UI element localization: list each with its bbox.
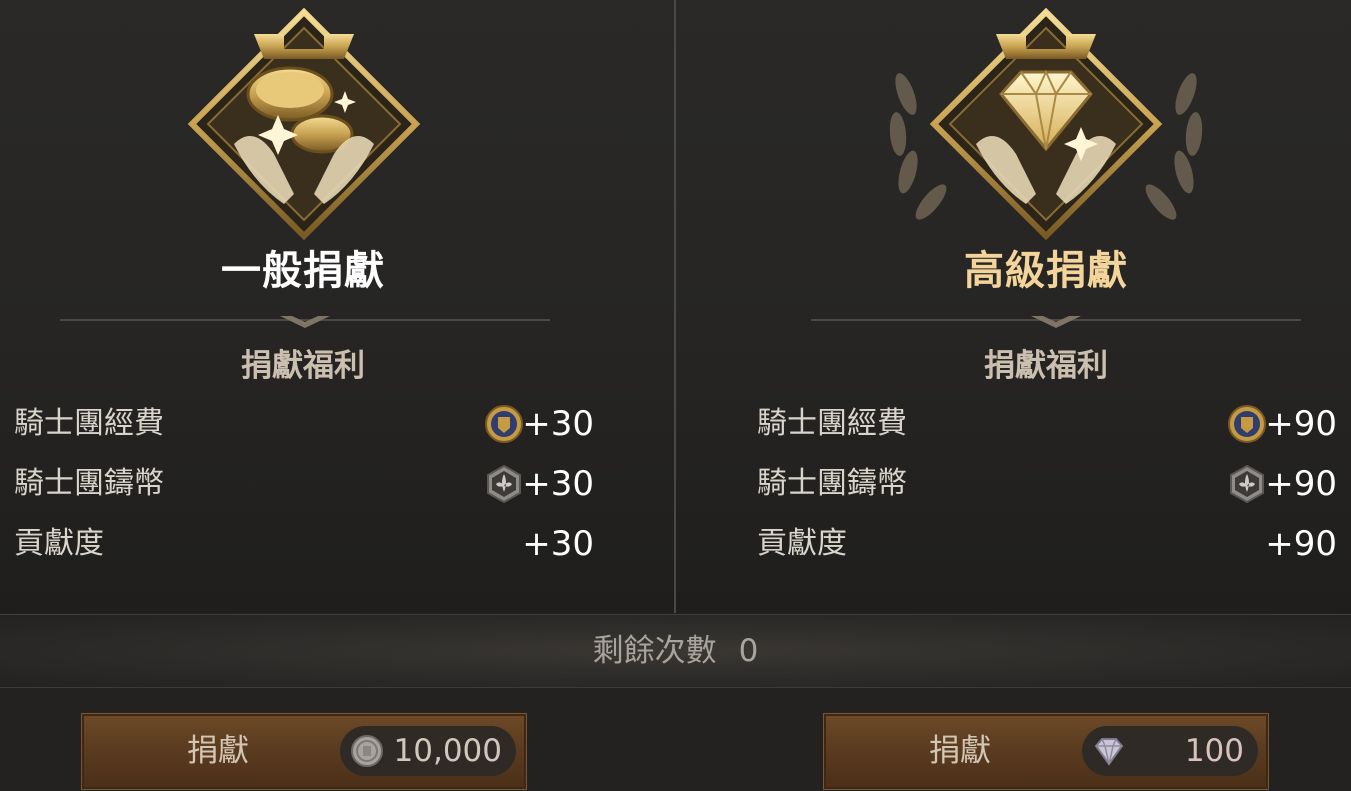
benefit-label: 騎士團鑄幣 [14, 466, 164, 501]
normal-donate-button[interactable]: 捐獻 10,000 [81, 713, 527, 790]
benefit-label: 貢獻度 [757, 526, 847, 561]
donate-button-label: 捐獻 [187, 733, 249, 769]
knight-coin-icon [1230, 464, 1264, 504]
ornament-divider [60, 316, 550, 328]
benefit-heading: 捐獻福利 [984, 348, 1108, 384]
benefit-label: 貢獻度 [14, 526, 104, 561]
remaining-count: 0 [738, 633, 759, 669]
list-item: 騎士團經費 +90 [757, 402, 1337, 446]
list-item: 騎士團經費 +30 [14, 402, 594, 446]
donate-button-label: 捐獻 [929, 733, 991, 769]
list-item: 騎士團鑄幣 +30 [14, 462, 594, 506]
diamond-icon [1094, 738, 1124, 766]
advanced-donate-button[interactable]: 捐獻 100 [823, 713, 1269, 790]
cost-pill: 10,000 [340, 726, 516, 776]
knight-funds-icon [1228, 405, 1266, 443]
cost-value: 10,000 [393, 733, 502, 769]
knight-funds-icon [485, 405, 523, 443]
ornament-divider [811, 316, 1301, 328]
benefit-value: +90 [1265, 464, 1337, 504]
remaining-count-bar: 剩餘次數 0 [0, 614, 1351, 688]
list-item: 貢獻度 +90 [757, 522, 1337, 566]
remaining-count-text: 剩餘次數 0 [0, 615, 1351, 687]
diamond-hands-emblem-icon [929, 7, 1163, 241]
benefit-label: 騎士團經費 [757, 406, 907, 441]
benefit-value: +30 [522, 524, 594, 564]
normal-donation-title: 一般捐獻 [221, 248, 385, 294]
list-item: 貢獻度 +30 [14, 522, 594, 566]
benefit-value: +90 [1265, 404, 1337, 444]
advanced-donation-panel: 高級捐獻 捐獻福利 騎士團經費 +90 騎士團鑄幣 +90 貢獻度 +90 [676, 0, 1351, 613]
benefit-heading: 捐獻福利 [241, 348, 365, 384]
benefit-value: +30 [522, 404, 594, 444]
silver-coin-icon [351, 735, 383, 767]
normal-donation-panel: 一般捐獻 捐獻福利 騎士團經費 +30 騎士團鑄幣 +30 貢獻度 +30 [0, 0, 675, 613]
benefit-label: 騎士團鑄幣 [757, 466, 907, 501]
remaining-label: 剩餘次數 [592, 633, 717, 669]
benefit-value: +30 [522, 464, 594, 504]
benefit-label: 騎士團經費 [14, 406, 164, 441]
advanced-donation-title: 高級捐獻 [964, 248, 1128, 294]
list-item: 騎士團鑄幣 +90 [757, 462, 1337, 506]
cost-pill: 100 [1082, 726, 1258, 776]
coins-hands-emblem-icon [187, 7, 421, 241]
knight-coin-icon [487, 464, 521, 504]
benefit-value: +90 [1265, 524, 1337, 564]
cost-value: 100 [1184, 733, 1244, 769]
